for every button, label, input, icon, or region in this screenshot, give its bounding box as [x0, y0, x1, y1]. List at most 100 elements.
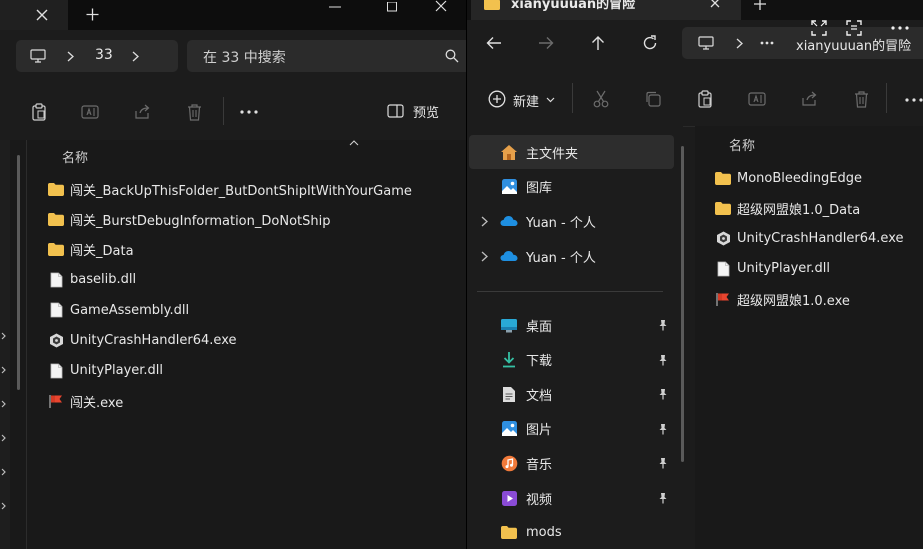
breadcrumb-overflow-icon[interactable]	[758, 37, 776, 49]
nav-item[interactable]: 文档	[500, 379, 552, 409]
breadcrumb-current[interactable]: 33	[95, 47, 113, 63]
copy-icon[interactable]	[643, 89, 663, 109]
flag-exe-icon	[715, 291, 731, 307]
new-tab-icon[interactable]	[82, 4, 102, 24]
toolbar-divider	[223, 97, 224, 125]
share-icon[interactable]	[131, 101, 153, 123]
expand-chevron-icon[interactable]	[479, 215, 489, 227]
file-row[interactable]: MonoBleedingEdge	[715, 165, 862, 191]
nav-expand-arrows	[0, 330, 8, 520]
nav-item[interactable]: 图库	[500, 172, 552, 202]
nav-item[interactable]: 音乐	[500, 448, 552, 478]
delete-icon[interactable]	[183, 101, 205, 123]
gallery-icon	[500, 178, 518, 196]
paste-icon[interactable]	[28, 101, 50, 123]
pin-icon[interactable]	[657, 422, 669, 436]
chevron-down-icon[interactable]	[544, 95, 556, 105]
pin-icon[interactable]	[657, 318, 669, 332]
pin-icon[interactable]	[657, 491, 669, 505]
download-icon	[500, 351, 518, 369]
address-bar[interactable]: xianyuuuan的冒险	[682, 27, 923, 59]
active-tab[interactable]	[0, 0, 68, 30]
refresh-icon[interactable]	[640, 33, 660, 53]
preview-button[interactable]: 预览	[413, 102, 439, 121]
file-row[interactable]: UnityPlayer.dll	[48, 358, 163, 384]
nav-scrollbar[interactable]	[17, 155, 20, 390]
new-tab-icon[interactable]	[752, 0, 768, 11]
more-options-icon[interactable]	[889, 20, 911, 36]
minimize-icon[interactable]	[324, 0, 346, 14]
nav-item[interactable]: Yuan - 个人	[500, 241, 596, 271]
nav-label: mods	[526, 525, 562, 541]
new-item-icon[interactable]	[487, 89, 507, 109]
this-pc-icon	[696, 34, 716, 52]
tab-title[interactable]: xianyuuuan的冒险	[511, 0, 635, 12]
unity-icon	[48, 333, 64, 349]
file-row[interactable]: 超级网盟娘1.0.exe	[715, 286, 850, 312]
file-row[interactable]: 闯关.exe	[48, 388, 123, 414]
rename-icon[interactable]	[79, 101, 101, 123]
column-header-name[interactable]: 名称	[729, 135, 755, 154]
folder-icon	[715, 170, 731, 186]
file-row[interactable]: baselib.dll	[48, 267, 136, 293]
pane-divider[interactable]	[26, 140, 27, 549]
forward-icon[interactable]	[536, 33, 556, 53]
back-icon[interactable]	[484, 33, 504, 53]
search-icon	[443, 47, 461, 65]
folder-icon	[715, 200, 731, 216]
nav-item[interactable]: Yuan - 个人	[500, 206, 596, 236]
paste-icon[interactable]	[695, 89, 715, 109]
rename-icon[interactable]	[747, 89, 767, 109]
nav-item[interactable]: 桌面	[500, 310, 552, 340]
nav-item[interactable]: 下载	[500, 345, 552, 375]
file-row[interactable]: 超级网盟娘1.0_Data	[715, 195, 860, 221]
flag-exe-icon	[48, 393, 64, 409]
close-tab-icon[interactable]	[32, 5, 52, 25]
maximize-icon[interactable]	[382, 0, 402, 14]
file-row[interactable]: GameAssembly.dll	[48, 297, 189, 323]
nav-item[interactable]: mods	[500, 518, 562, 548]
file-row[interactable]: UnityPlayer.dll	[715, 256, 830, 282]
file-name: 闯关_BurstDebugInformation_DoNotShip	[70, 213, 331, 229]
more-options-icon[interactable]	[238, 101, 260, 123]
chevron-right-icon[interactable]	[129, 49, 141, 63]
cut-icon[interactable]	[591, 89, 611, 109]
close-window-icon[interactable]	[430, 0, 452, 14]
delete-icon[interactable]	[851, 89, 871, 109]
file-row[interactable]: UnityCrashHandler64.exe	[715, 226, 903, 252]
new-button[interactable]: 新建	[513, 91, 539, 110]
more-options-icon[interactable]	[903, 94, 923, 106]
capture-text-icon[interactable]	[844, 18, 864, 38]
desktop-icon	[500, 316, 518, 334]
share-icon[interactable]	[799, 89, 819, 109]
nav-item[interactable]: 视频	[500, 483, 552, 513]
file-name: UnityCrashHandler64.exe	[737, 231, 904, 247]
fullscreen-icon[interactable]	[809, 18, 829, 38]
file-row[interactable]: 闯关_BurstDebugInformation_DoNotShip	[48, 206, 330, 232]
address-bar[interactable]: 33	[16, 40, 178, 72]
file-name: baselib.dll	[70, 272, 137, 288]
file-row[interactable]: 闯关_BackUpThisFolder_ButDontShipItWithYou…	[48, 176, 412, 202]
music-icon	[500, 454, 518, 472]
up-icon[interactable]	[588, 33, 608, 53]
search-input[interactable]: 在 33 中搜索	[203, 47, 286, 67]
command-bar: 新建	[467, 68, 923, 127]
nav-scrollbar[interactable]	[681, 146, 684, 462]
nav-item[interactable]: 主文件夹	[500, 137, 578, 167]
chevron-right-icon[interactable]	[733, 36, 745, 50]
pictures-icon	[500, 420, 518, 438]
nav-item[interactable]: 图片	[500, 414, 552, 444]
file-row[interactable]: 闯关_Data	[48, 237, 134, 263]
pin-icon[interactable]	[657, 387, 669, 401]
search-box[interactable]: 在 33 中搜索	[187, 40, 466, 72]
chevron-right-icon[interactable]	[64, 49, 76, 63]
pin-icon[interactable]	[657, 353, 669, 367]
pin-icon[interactable]	[657, 456, 669, 470]
expand-chevron-icon[interactable]	[479, 250, 489, 262]
close-tab-icon[interactable]	[707, 0, 723, 9]
column-header-name[interactable]: 名称	[62, 147, 88, 166]
file-row[interactable]: UnityCrashHandler64.exe	[48, 328, 236, 354]
active-tab[interactable]: xianyuuuan的冒险	[471, 0, 741, 20]
command-bar: 预览	[0, 82, 466, 141]
preview-pane-icon[interactable]	[385, 102, 405, 120]
